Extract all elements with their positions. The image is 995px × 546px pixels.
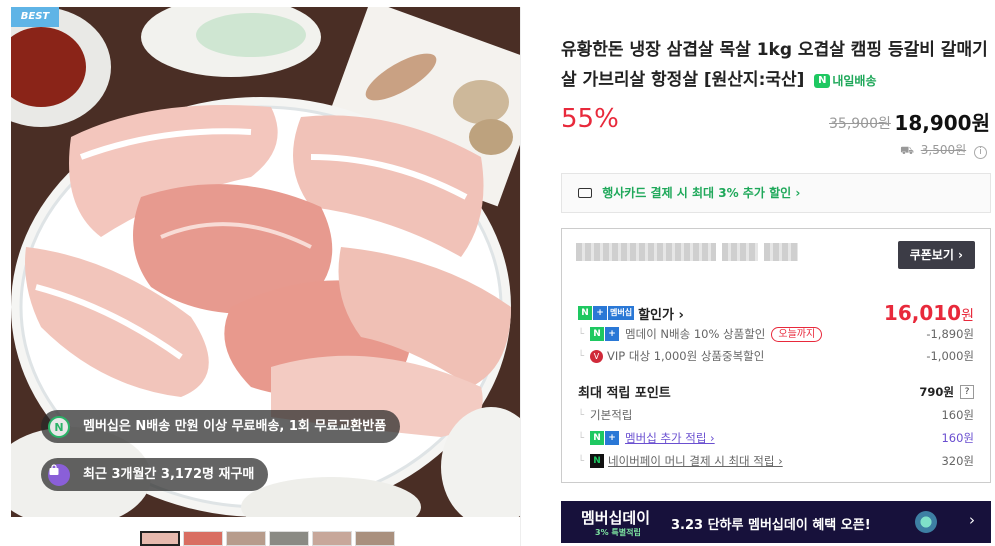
- thumbnail[interactable]: [226, 531, 266, 546]
- points-total: 790원: [919, 384, 954, 399]
- final-price-unit: 원: [961, 308, 974, 324]
- discount-row: └ N + 멤데이 N배송 10% 상품할인 오늘까지 -1,890원: [578, 326, 974, 342]
- naver-n-icon: N: [578, 306, 592, 320]
- shipping-fee-value: 3,500원: [920, 143, 967, 157]
- repurchase-text: 최근 3개월간 3,172명 재구매: [83, 467, 255, 482]
- today-only-tag: 오늘까지: [771, 326, 823, 342]
- blurred-text: [576, 243, 798, 261]
- points-row: └ 기본적립 160원: [578, 407, 974, 423]
- points-value: 320원: [941, 454, 974, 468]
- coupon-view-button[interactable]: 쿠폰보기 ›: [897, 241, 975, 269]
- coupon-panel: 쿠폰보기 › N + 멤버십 할인가 › 16,010원 └ N + 멤데이 N배송…: [561, 228, 991, 483]
- plus-icon: +: [605, 431, 620, 445]
- discount-value: -1,890원: [926, 327, 974, 341]
- shipping-fee: ⛟ 3,500원 i: [900, 141, 987, 159]
- points-value: 160원: [941, 408, 974, 422]
- points-value: 160원: [941, 431, 974, 445]
- banner-subtitle: 3% 특별적립: [595, 528, 641, 537]
- banner-message: 3.23 단하루 멤버십데이 혜택 오픈!: [671, 518, 871, 533]
- original-price: 35,900원: [829, 116, 891, 132]
- thumbnail[interactable]: [312, 531, 352, 546]
- banner-title: 멤버십데이: [581, 509, 651, 527]
- info-icon[interactable]: i: [974, 146, 987, 159]
- thumbnail[interactable]: [183, 531, 223, 546]
- naver-pay-points-link[interactable]: 네이버페이 머니 결제 시 최대 적립 ›: [608, 453, 783, 469]
- membership-day-banner[interactable]: 멤버십데이 3% 특별적립 3.23 단하루 멤버십데이 혜택 오픈! ›: [561, 501, 991, 543]
- product-title-text: 유황한돈 냉장 삼겹살 목살 1kg 오겹살 캠핑 등갈비 갈매기살 가브리살 …: [561, 40, 988, 90]
- membership-benefit-pill[interactable]: N 멤버십은 N배송 만원 이상 무료배송, 1회 무료교환반품: [41, 410, 401, 443]
- tree-line-icon: └: [578, 350, 585, 362]
- points-label: 기본적립: [590, 408, 633, 422]
- card-promo-text: 행사카드 결제 시 최대 3% 추가 할인 ›: [602, 186, 801, 200]
- membership-points-link[interactable]: 멤버십 추가 적립 ›: [625, 430, 715, 446]
- divider: [520, 7, 521, 546]
- membership-benefit-text: 멤버십은 N배송 만원 이상 무료배송, 1회 무료교환반품: [83, 419, 387, 434]
- discount-label: 멤데이 N배송 10% 상품할인: [625, 327, 766, 341]
- naver-n-icon: N: [590, 327, 605, 341]
- points-row[interactable]: └ N + 멤버십 추가 적립 › 160원: [578, 430, 974, 446]
- thumbnail[interactable]: [140, 531, 180, 546]
- final-price: 16,010원: [884, 301, 974, 325]
- membership-badge: 멤버십: [608, 306, 635, 320]
- points-row[interactable]: └ N 네이버페이 머니 결제 시 최대 적립 › 320원: [578, 453, 974, 469]
- gift-icon: [915, 511, 937, 533]
- points-title: 최대 적립 포인트: [578, 386, 671, 401]
- chevron-right-icon: ›: [969, 511, 975, 529]
- tree-line-icon: └: [578, 328, 585, 340]
- final-price-value: 16,010: [883, 301, 962, 325]
- naver-n-icon: N: [814, 74, 831, 88]
- discount-row: └ V VIP 대상 1,000원 상품중복할인 -1,000원: [578, 348, 974, 364]
- discount-rate: 55%: [561, 104, 619, 134]
- naver-pay-icon: N: [590, 454, 605, 468]
- naver-n-icon: N: [590, 431, 605, 445]
- product-title: 유황한돈 냉장 삼겹살 목살 1kg 오겹살 캠핑 등갈비 갈매기살 가브리살 …: [561, 35, 993, 96]
- tree-line-icon: └: [578, 409, 585, 421]
- naver-n-icon: N: [48, 416, 70, 438]
- credit-card-icon: [578, 188, 592, 198]
- plus-icon: +: [593, 306, 607, 320]
- tomorrow-delivery-label: 내일배송: [832, 74, 877, 88]
- product-main-image[interactable]: BEST N 멤버십은 N배송 만원 이상 무료배송, 1회 무료교환반품 최근…: [11, 7, 520, 517]
- thumbnail[interactable]: [355, 531, 395, 546]
- discount-value: -1,000원: [926, 349, 974, 363]
- sale-price: 18,900원: [894, 111, 990, 135]
- vip-icon: V: [590, 349, 604, 363]
- thumbnail[interactable]: [269, 531, 309, 546]
- card-promo-link[interactable]: 행사카드 결제 시 최대 3% 추가 할인 ›: [561, 173, 991, 213]
- best-badge: BEST: [11, 7, 59, 27]
- thumbnail-strip: [140, 531, 395, 546]
- member-price-row[interactable]: N + 멤버십 할인가 › 16,010원: [578, 301, 974, 325]
- repurchase-pill: 최근 3개월간 3,172명 재구매: [41, 458, 269, 491]
- tree-line-icon: └: [578, 455, 585, 467]
- help-icon[interactable]: ?: [960, 384, 974, 399]
- member-price-label: 할인가 ›: [638, 307, 684, 323]
- plus-icon: +: [605, 327, 620, 341]
- discount-label: VIP 대상 1,000원 상품중복할인: [607, 349, 765, 363]
- bag-icon: [48, 464, 70, 486]
- points-title-row: 최대 적립 포인트 790원 ?: [578, 382, 974, 401]
- tree-line-icon: └: [578, 432, 585, 444]
- tomorrow-delivery-badge[interactable]: N 내일배송: [814, 66, 877, 96]
- truck-icon: ⛟: [900, 144, 914, 157]
